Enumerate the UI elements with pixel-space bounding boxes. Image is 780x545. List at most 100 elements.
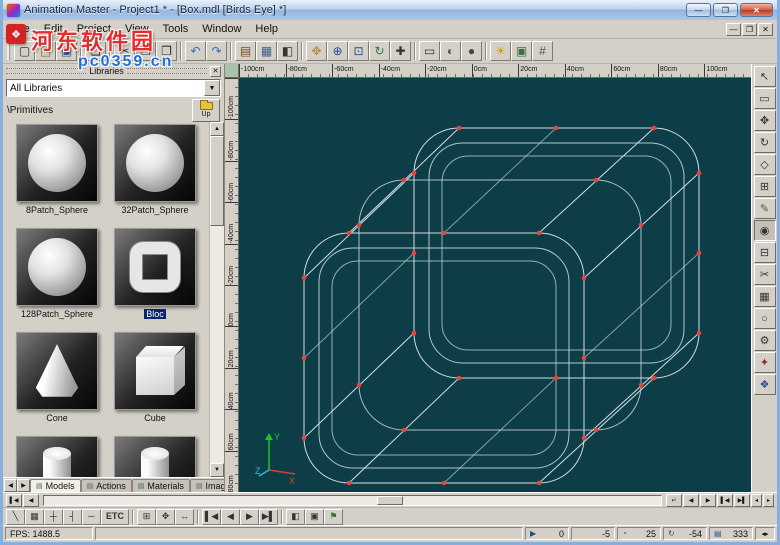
viewport-canvas[interactable]: Y X Z [239, 78, 751, 492]
header-grip[interactable] [127, 68, 207, 74]
zoom-region-button[interactable]: ⊡ [348, 41, 369, 61]
separator[interactable] [197, 510, 199, 524]
copy-button[interactable]: ❐ [135, 41, 156, 61]
model-thumbnail[interactable] [114, 228, 196, 306]
select-tool[interactable]: ↖ [754, 66, 776, 87]
timeline-thumb[interactable] [377, 496, 403, 505]
menu-item[interactable]: Edit [37, 21, 70, 37]
scroll-down-icon[interactable]: ▼ [210, 463, 224, 477]
tab-materials[interactable]: ▤ Materials [132, 479, 190, 492]
mirror-tool[interactable]: ❖ [754, 374, 776, 395]
separator[interactable] [180, 42, 182, 60]
menu-item[interactable]: File [5, 21, 37, 37]
minimize-button[interactable]: — [686, 3, 711, 17]
library-item[interactable]: 8Patch_Sphere [8, 124, 106, 228]
break-spline-tool[interactable]: ✂ [754, 264, 776, 285]
frame-forward-button[interactable]: ▶ [700, 494, 716, 507]
toolbar-gripper[interactable] [7, 42, 10, 60]
group-tool[interactable]: ▭ [754, 88, 776, 109]
library-item[interactable]: Cube [106, 332, 204, 436]
library-item[interactable] [106, 436, 204, 477]
light-button[interactable]: ☀ [490, 41, 511, 61]
step-back-button[interactable]: ◀ [23, 494, 39, 507]
maximize-button[interactable]: ❐ [713, 3, 738, 17]
frame-back-button[interactable]: ◀ [683, 494, 699, 507]
library-item[interactable] [8, 436, 106, 477]
shade-mode-button[interactable]: ◧ [286, 509, 305, 525]
library-item[interactable]: Bloc [106, 228, 204, 332]
grid-wizard-tool[interactable]: ▦ [754, 286, 776, 307]
model-thumbnail[interactable] [16, 228, 98, 306]
timeline-track[interactable] [43, 495, 662, 506]
model-thumbnail[interactable] [114, 436, 196, 477]
scroll-up-icon[interactable]: ▲ [210, 122, 224, 136]
spline-tool[interactable]: ✎ [754, 198, 776, 219]
last-frame-button[interactable]: ▶▌ [259, 509, 278, 525]
menu-item[interactable]: View [118, 21, 156, 37]
model-thumbnail[interactable] [114, 332, 196, 410]
model-thumbnail[interactable] [16, 332, 98, 410]
workspace-button[interactable]: ▦ [256, 41, 277, 61]
library-item[interactable]: 32Patch_Sphere [106, 124, 204, 228]
wireframe-mode-button[interactable]: ▭ [419, 41, 440, 61]
header-grip[interactable] [6, 68, 86, 74]
goto-frame-button[interactable]: ↵ [666, 494, 682, 507]
separator[interactable] [109, 42, 111, 60]
insert-button[interactable]: ┤ [63, 509, 82, 525]
etc-button[interactable]: ETC [101, 509, 129, 525]
move-tool[interactable]: ✥ [754, 110, 776, 131]
range-start-button[interactable]: ▌◀ [717, 494, 733, 507]
lathe-tool[interactable]: ◉ [754, 220, 776, 241]
tab-scroll-left-icon[interactable]: ◀ [4, 479, 17, 492]
range-end-button[interactable]: ▶▌ [734, 494, 750, 507]
model-thumbnail[interactable] [114, 124, 196, 202]
flag-button[interactable]: ⚑ [324, 509, 343, 525]
app-icon[interactable] [7, 4, 20, 17]
options-tool[interactable]: ⚙ [754, 330, 776, 351]
grid-toggle-button[interactable]: # [532, 41, 553, 61]
library-scrollbar[interactable]: ▲ ▼ [209, 122, 224, 477]
save-button[interactable]: ▣ [56, 41, 77, 61]
pan-tool-button[interactable]: ✥ [306, 41, 327, 61]
library-close-icon[interactable]: ✕ [210, 66, 221, 77]
chevron-down-icon[interactable]: ▼ [204, 80, 220, 96]
tab-scroll-right-icon[interactable]: ▶ [17, 479, 30, 492]
primitive-tool[interactable]: ○ [754, 308, 776, 329]
add-cp-button[interactable]: ┼ [44, 509, 63, 525]
library-item[interactable]: Cone [8, 332, 106, 436]
library-filter-select[interactable]: All Libraries ▼ [6, 79, 221, 97]
paste-button[interactable]: ❒ [156, 41, 177, 61]
menu-item[interactable]: Project [70, 21, 118, 37]
render-lock-button[interactable]: ▣ [305, 509, 324, 525]
frame-spin-down[interactable]: ◂ [751, 494, 762, 507]
tab-models[interactable]: ▤ Models [30, 479, 81, 492]
scrollbar-track[interactable] [210, 136, 224, 463]
camera-button[interactable]: ▣ [511, 41, 532, 61]
separator[interactable] [230, 42, 232, 60]
redo-button[interactable]: ↷ [206, 41, 227, 61]
library-button[interactable]: ▤ [235, 41, 256, 61]
open-button[interactable]: ◰ [35, 41, 56, 61]
first-frame-button[interactable]: ▌◀ [202, 509, 221, 525]
tab-actions[interactable]: ▤ Actions [81, 479, 132, 492]
turn-view-button[interactable]: ↻ [369, 41, 390, 61]
mdi-minimize-button[interactable]: — [726, 23, 741, 36]
separator[interactable] [132, 510, 134, 524]
rotate-tool[interactable]: ↻ [754, 132, 776, 153]
move-view-button[interactable]: ✚ [390, 41, 411, 61]
scrollbar-thumb[interactable] [210, 136, 224, 226]
frame-spin-up[interactable]: ▸ [763, 494, 774, 507]
normals-tool[interactable]: ✦ [754, 352, 776, 373]
separator[interactable] [281, 510, 283, 524]
extrude-tool[interactable]: ⊟ [754, 242, 776, 263]
flatten-button[interactable]: ─ [82, 509, 101, 525]
mirror-mode-button[interactable]: ↔ [175, 509, 194, 525]
undo-button[interactable]: ↶ [185, 41, 206, 61]
zoom-tool-button[interactable]: ⊕ [327, 41, 348, 61]
properties-button[interactable]: ◧ [277, 41, 298, 61]
model-thumbnail[interactable] [16, 124, 98, 202]
cut-button[interactable]: ✂ [114, 41, 135, 61]
status-spinner[interactable]: ◂▸ [755, 527, 775, 540]
separator[interactable] [414, 42, 416, 60]
separator[interactable] [485, 42, 487, 60]
